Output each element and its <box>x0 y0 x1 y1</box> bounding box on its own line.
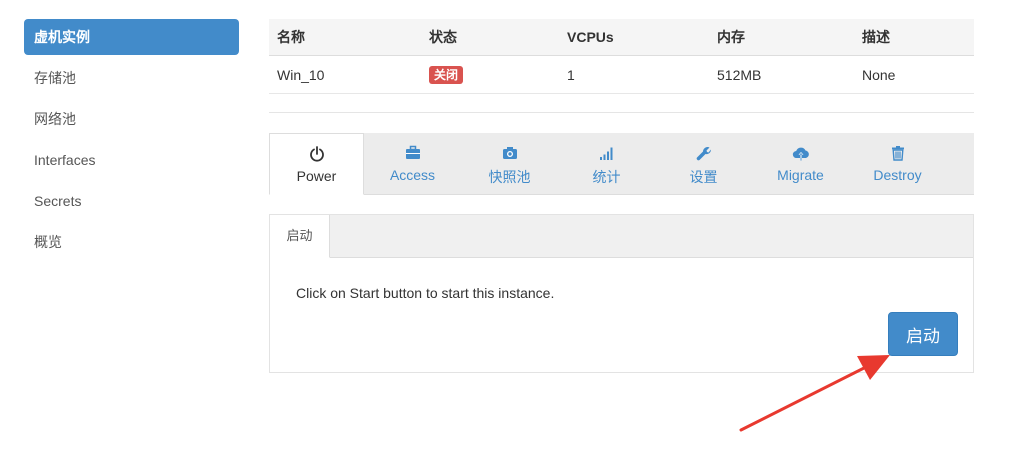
annotation-arrow <box>739 355 890 432</box>
